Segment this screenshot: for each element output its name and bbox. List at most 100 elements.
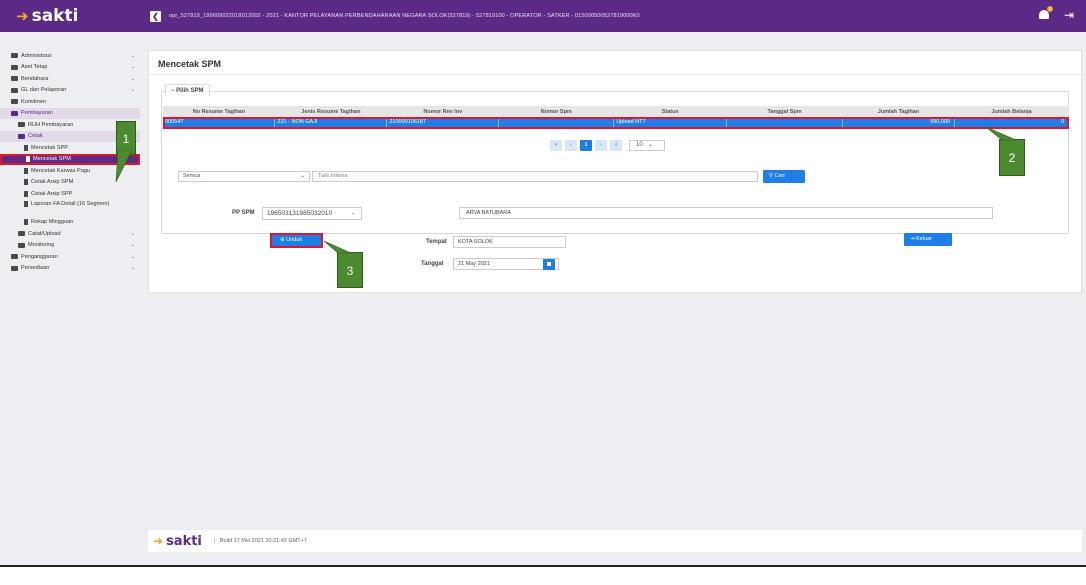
chevron-down-icon: ⌄ — [130, 265, 135, 272]
build-info: Build 17 Mei 2021 20:21:42 GMT+7 — [213, 538, 307, 544]
unduh-button[interactable]: ⊕ Unduh — [270, 233, 323, 248]
next-page-button[interactable]: › — [595, 140, 607, 151]
last-page-button[interactable]: » — [610, 140, 622, 151]
sidebar-item-penganggaran[interactable]: Penganggaran ⌄ — [0, 251, 140, 263]
pagination: « ‹ 1 › » 10 ⌄ — [550, 140, 665, 151]
chevron-down-icon: ⌄ — [130, 75, 135, 82]
document-icon — [24, 190, 28, 197]
sidebar-item-label: Mencetak Karwas Pagu — [31, 167, 91, 174]
chevron-down-icon: ⌄ — [130, 52, 135, 59]
chevron-down-icon: ⌄ — [130, 253, 135, 260]
session-info: opr_527819_199609022018012002 - 2021 - K… — [169, 13, 640, 19]
chevron-down-icon: ⌄ — [130, 64, 135, 71]
ppspm-name-field[interactable]: ARVA BATUBARA — [459, 207, 993, 219]
folder-icon — [11, 87, 18, 93]
tempat-label: Tempat — [426, 239, 447, 245]
chevron-down-icon: ⌄ — [130, 242, 135, 249]
tempat-field[interactable]: KOTA SOLOK — [453, 236, 566, 248]
folder-icon — [18, 242, 25, 248]
document-icon — [26, 156, 30, 163]
callout-3-pointer — [323, 240, 352, 254]
sidebar-item-label: Rekap Mingguan — [31, 219, 74, 226]
ppspm-select[interactable]: 196503131985032010 ⌄ — [262, 207, 362, 220]
search-button-label: Cari — [774, 173, 785, 179]
column-header[interactable]: Jumlah Tagihan — [842, 106, 955, 117]
keluar-label: Keluar — [916, 236, 933, 242]
divider — [149, 74, 1081, 75]
chevron-down-icon: ⌄ — [130, 230, 135, 237]
folder-icon — [11, 64, 18, 70]
selected-row-highlight — [163, 117, 1069, 129]
current-page-button[interactable]: 1 — [580, 140, 592, 151]
page-size-value: 10 — [636, 142, 643, 148]
sidebar-item-label: Cetak Arsip SPP — [31, 190, 73, 197]
main-card: Mencetak SPM − Pilih SPM No Resume Tagih… — [148, 50, 1082, 293]
first-page-button[interactable]: « — [550, 140, 562, 151]
sidebar-item-label: Administrasi — [21, 52, 52, 59]
column-header[interactable]: Jumlah Belanja — [954, 106, 1069, 117]
sidebar-item-label: Komitmen — [21, 98, 47, 105]
chevron-down-icon: ⌄ — [350, 210, 355, 216]
sidebar-item-catat-upload[interactable]: Catat/Upload ⌄ — [0, 228, 140, 240]
prev-page-button[interactable]: ‹ — [565, 140, 577, 151]
sidebar-item-label: Mencetak SPP — [31, 144, 68, 151]
column-header[interactable]: Jenis Resume Tagihan — [274, 106, 387, 117]
chevron-down-icon: ⌄ — [130, 87, 135, 94]
notification-bell-icon[interactable]: 3 — [1038, 6, 1053, 21]
pilih-spm-legend[interactable]: − Pilih SPM — [165, 84, 210, 96]
sidebar-item-gl-pelaporan[interactable]: GL dan Pelaporan ⌄ — [0, 85, 140, 97]
sidebar-collapse-button[interactable]: ❮ — [150, 10, 161, 22]
sidebar-item-persediaan[interactable]: Persediaan ⌄ — [0, 263, 140, 275]
sidebar-item-label: Penganggaran — [21, 253, 58, 260]
sidebar-item-label: Mencetak SPM — [33, 156, 71, 163]
chevron-down-icon: ⌄ — [644, 142, 653, 148]
document-icon — [24, 200, 28, 207]
column-header[interactable]: Nomor Rev Inv — [386, 106, 499, 117]
brand-text: sakti — [31, 6, 79, 26]
sidebar-item-aset-tetap[interactable]: Aset Tetap ⌄ — [0, 62, 140, 74]
folder-icon — [11, 254, 18, 260]
sidebar-item-label: Bendahara — [21, 75, 49, 82]
chevron-down-icon: ⌄ — [300, 173, 305, 179]
document-icon — [24, 144, 28, 151]
bottom-area — [0, 567, 1086, 585]
sidebar-item-label: Cetak — [28, 133, 43, 140]
sidebar-item-label: Aset Tetap — [21, 64, 48, 71]
column-header[interactable]: Tanggal Spm — [726, 106, 843, 117]
sidebar-item-pembayaran[interactable]: Pembayaran — [0, 107, 140, 119]
footer-logo-text: sakti — [166, 533, 202, 549]
search-input[interactable]: Tulis kriteria — [312, 171, 758, 182]
document-icon — [24, 167, 28, 174]
document-icon — [24, 179, 28, 186]
column-header[interactable]: Nomor Spm — [498, 106, 614, 117]
column-header[interactable]: No Resume Tagihan — [163, 106, 275, 117]
page-size-select[interactable]: 10 ⌄ — [629, 140, 665, 151]
sidebar-item-administrasi[interactable]: Administrasi ⌄ — [0, 50, 140, 62]
sidebar-item-cetak-arsip-spp[interactable]: Cetak Arsip SPP — [0, 188, 140, 200]
calendar-icon[interactable] — [543, 259, 555, 270]
document-icon — [24, 219, 28, 226]
folder-icon — [11, 76, 18, 82]
folder-icon — [18, 133, 25, 139]
folder-icon — [11, 265, 18, 271]
logout-icon[interactable]: ⇥ — [1064, 9, 1074, 21]
folder-icon — [18, 122, 25, 128]
app-logo[interactable]: ➜ sakti — [0, 0, 146, 32]
sidebar-item-komitmen[interactable]: Komitmen — [0, 96, 140, 108]
search-button[interactable]: ⚲ Cari — [763, 170, 805, 183]
notification-badge: 3 — [1046, 6, 1053, 12]
keluar-button[interactable]: ⇥ Keluar — [904, 233, 952, 246]
sidebar-item-laporan-fa-detail[interactable]: Laporan FA Detail (16 Segmen) — [0, 200, 140, 217]
filter-select[interactable]: Semua ⌄ — [178, 171, 310, 182]
folder-icon — [11, 53, 18, 59]
sidebar-item-bendahara[interactable]: Bendahara ⌄ — [0, 73, 140, 85]
table-header-row: No Resume Tagihan Jenis Resume Tagihan N… — [163, 106, 1069, 117]
folder-icon — [11, 99, 18, 105]
column-header[interactable]: Status — [613, 106, 727, 117]
sidebar-item-label: Laporan FA Detail (16 Segmen) — [31, 200, 110, 207]
sidebar-item-label: Persediaan — [21, 265, 50, 272]
callout-1-pointer — [115, 150, 133, 183]
sidebar-item-monitoring[interactable]: Monitoring ⌄ — [0, 240, 140, 252]
ppspm-value: 196503131985032010 — [267, 210, 333, 217]
sidebar-item-rekap-mingguan[interactable]: Rekap Mingguan — [0, 217, 140, 229]
